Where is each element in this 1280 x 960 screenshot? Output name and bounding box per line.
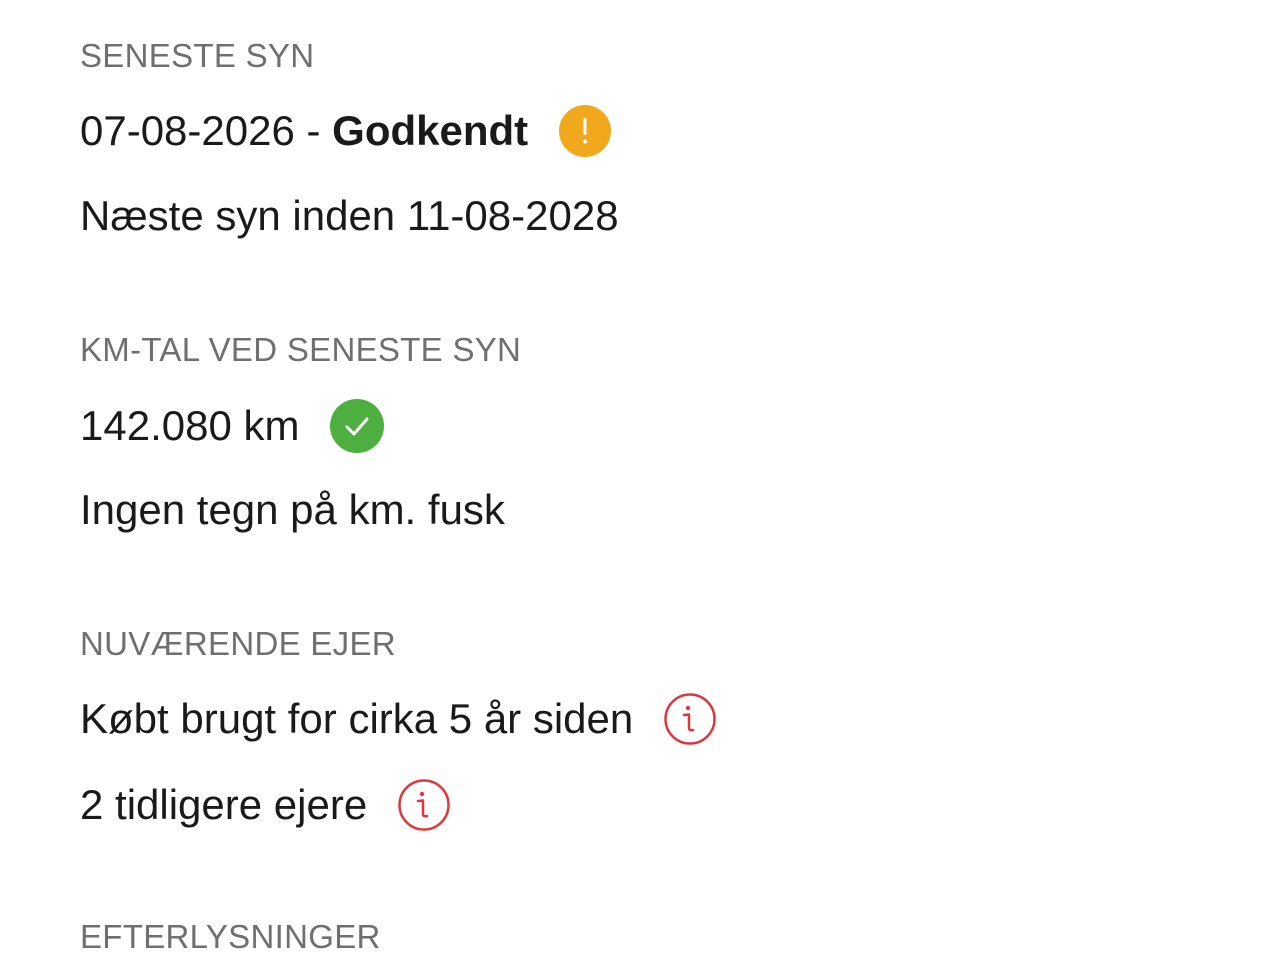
owner-label: NUVÆRENDE EJER (80, 625, 396, 662)
next-inspection: Næste syn inden 11-08-2028 (80, 192, 619, 239)
info-icon[interactable] (397, 778, 451, 832)
inspection-separator: - (294, 107, 333, 154)
mileage-note: Ingen tegn på km. fusk (80, 486, 505, 533)
mileage-result: 142.080 km (80, 398, 385, 454)
inspection-label: SENESTE SYN (80, 37, 315, 74)
alerts-label: EFTERLYSNINGER (80, 918, 381, 955)
owner-previous-text: 2 tidligere ejere (80, 781, 368, 828)
inspection-date: 07-08-2026 (80, 107, 295, 154)
mileage-label: KM-TAL VED SENESTE SYN (80, 331, 522, 368)
inspection-result: 07-08-2026 - Godkendt (80, 104, 612, 158)
mileage-value: 142.080 km (80, 402, 300, 449)
inspection-status: Godkendt (332, 107, 529, 154)
owner-purchased-text: Købt brugt for cirka 5 år siden (80, 695, 634, 742)
warning-icon[interactable] (558, 104, 612, 158)
info-icon[interactable] (663, 692, 717, 746)
check-icon (329, 398, 385, 454)
owner-previous: 2 tidligere ejere (80, 778, 451, 832)
owner-purchased: Købt brugt for cirka 5 år siden (80, 692, 717, 746)
